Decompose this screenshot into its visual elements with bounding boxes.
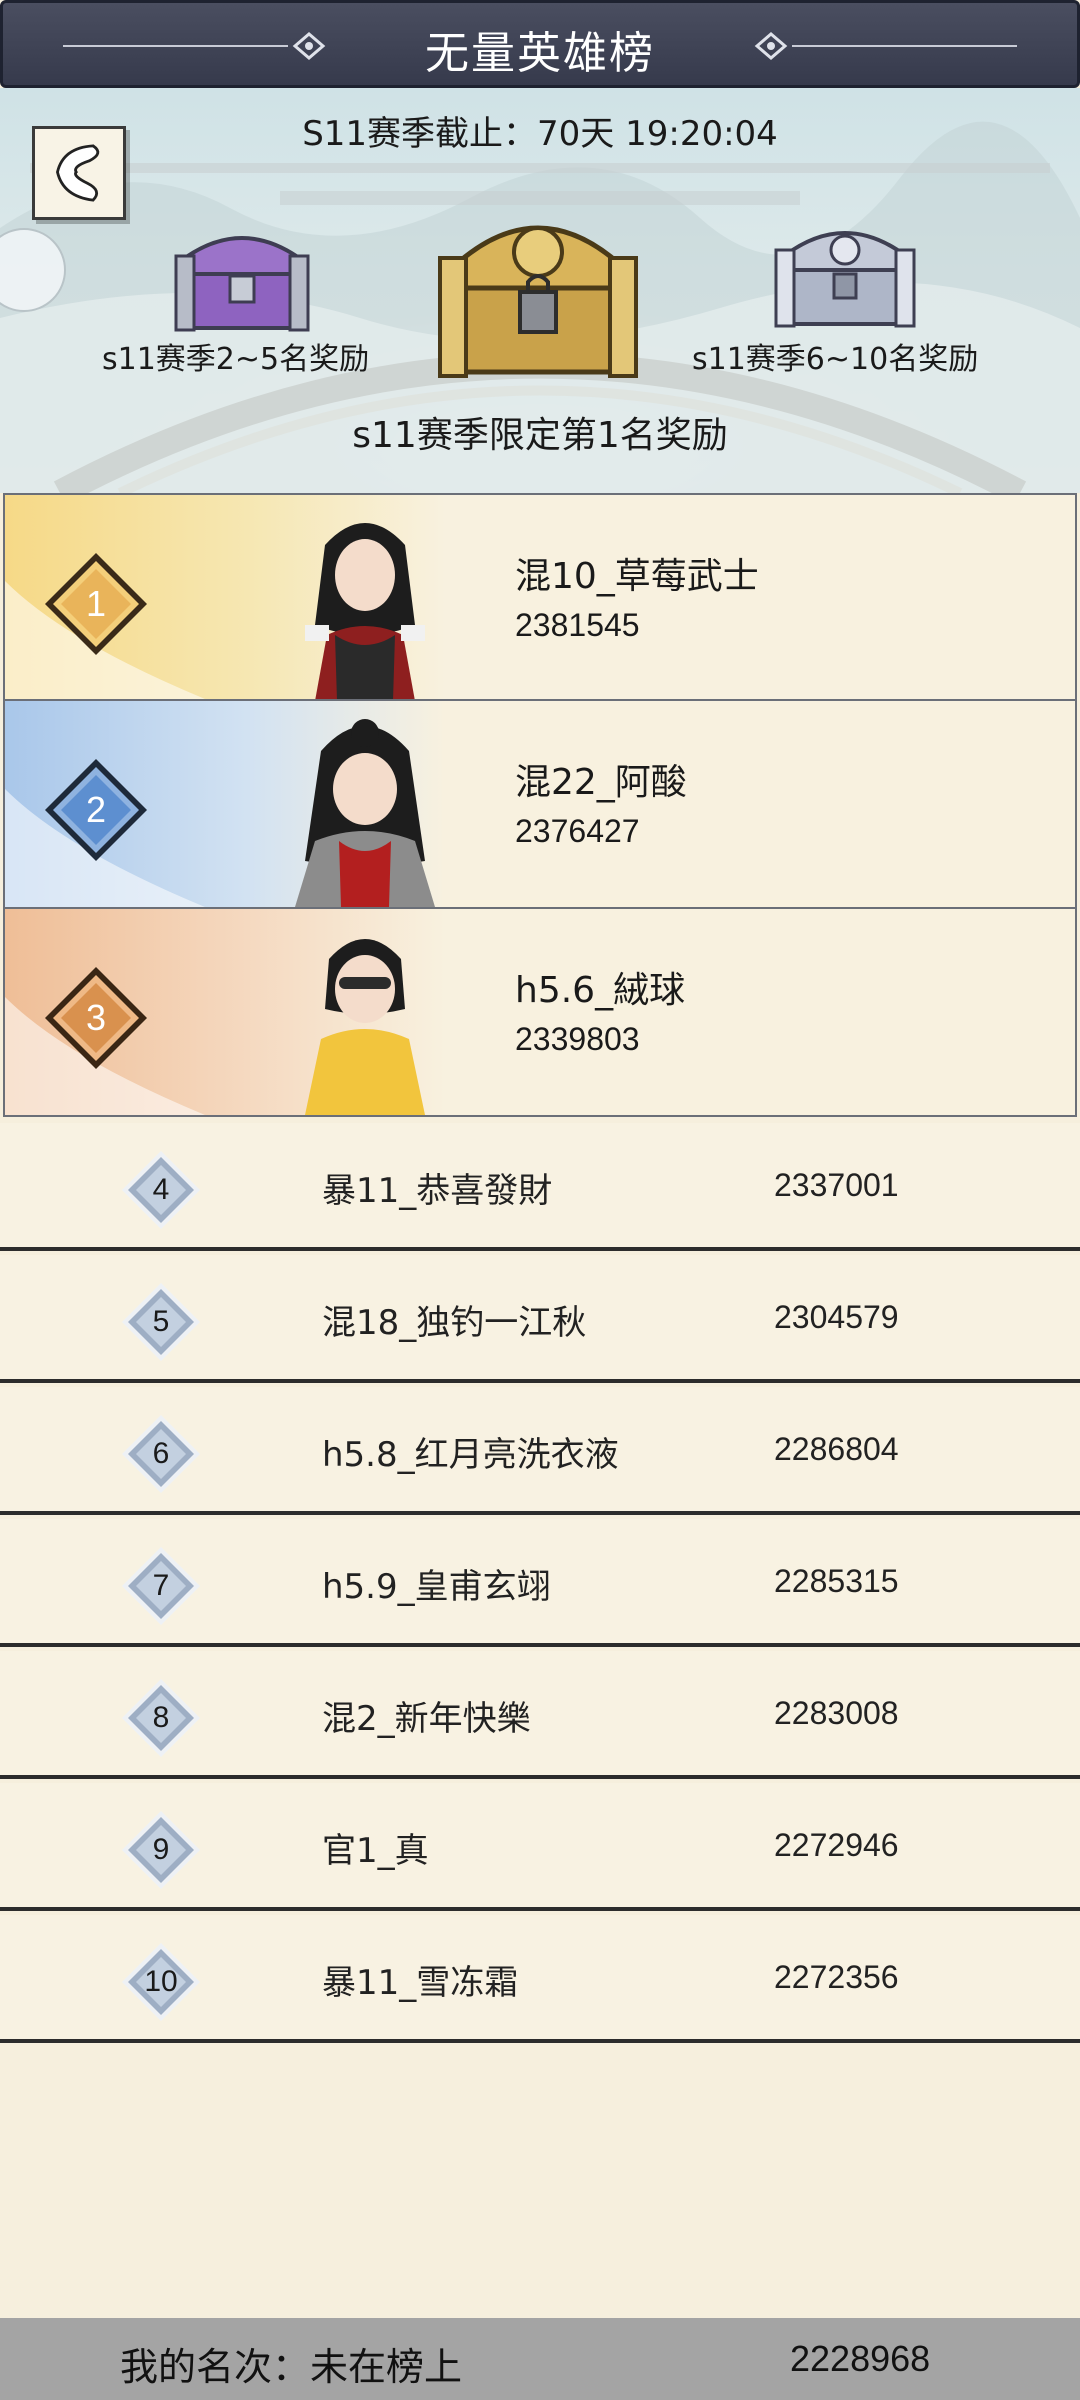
rank-number: 5 xyxy=(152,1305,170,1338)
rank-number: 10 xyxy=(144,1965,178,1998)
player-name: h5.8_红月亮洗衣液 xyxy=(322,1435,619,1475)
rank-number: 8 xyxy=(152,1701,170,1734)
player-score: 2285315 xyxy=(774,1563,899,1599)
rank-badge-icon: 7 xyxy=(120,1545,202,1627)
reward-label-rank6-10: s11赛季6~10名奖励 xyxy=(692,342,979,377)
silver-chest-icon[interactable] xyxy=(770,210,920,330)
player-score: 2381545 xyxy=(515,607,640,643)
ranking-row[interactable]: 8 混2_新年快樂 2283008 xyxy=(0,1651,1080,1779)
player-avatar xyxy=(305,939,425,1115)
rank-badge-icon: 10 xyxy=(120,1941,202,2023)
player-score: 2376427 xyxy=(515,813,640,849)
rank-badge-icon: 9 xyxy=(120,1809,202,1891)
ranking-row[interactable]: 7 h5.9_皇甫玄翊 2285315 xyxy=(0,1519,1080,1647)
gold-chest-icon[interactable] xyxy=(432,192,644,378)
rank-number: 6 xyxy=(152,1437,170,1470)
rank-number: 1 xyxy=(85,583,107,624)
player-score: 2339803 xyxy=(515,1021,640,1057)
player-score: 2304579 xyxy=(774,1299,899,1335)
player-name: h5.9_皇甫玄翊 xyxy=(322,1567,551,1607)
reward-label-rank2-5: s11赛季2~5名奖励 xyxy=(102,342,370,377)
player-avatar xyxy=(305,523,425,699)
back-arrow-icon xyxy=(56,144,100,202)
season-countdown: S11赛季截止：70天 19:20:04 xyxy=(302,114,778,154)
top-row-1[interactable]: 1 混10_草莓武士 2381545 xyxy=(3,493,1077,701)
player-name: 官1_真 xyxy=(322,1831,429,1871)
rank-number: 4 xyxy=(152,1173,170,1206)
reward-scene: S11赛季截止：70天 19:20:04 s11赛季2~5名奖励 s11赛季6~… xyxy=(0,88,1080,493)
top-row-3[interactable]: 3 h5.6_絨球 2339803 xyxy=(3,909,1077,1117)
rank-badge-gold-icon: 1 xyxy=(41,549,151,659)
ranking-row[interactable]: 5 混18_独钓一江秋 2304579 xyxy=(0,1255,1080,1383)
rank-badge-blue-icon: 2 xyxy=(41,755,151,865)
player-name: 混22_阿酸 xyxy=(515,762,687,803)
reward-label-rank1: s11赛季限定第1名奖励 xyxy=(352,415,728,456)
rank-badge-icon: 5 xyxy=(120,1281,202,1363)
rank-number: 9 xyxy=(152,1833,170,1866)
my-rank-label: 我的名次：未在榜上 xyxy=(120,2345,463,2389)
player-name: 暴11_雪冻霜 xyxy=(322,1963,519,2003)
ranking-row[interactable]: 9 官1_真 2272946 xyxy=(0,1783,1080,1911)
player-name: 混18_独钓一江秋 xyxy=(322,1303,587,1343)
player-name: 暴11_恭喜發財 xyxy=(322,1171,553,1211)
player-avatar xyxy=(295,719,435,907)
my-rank-bar: 我的名次：未在榜上 2228968 xyxy=(0,2318,1080,2400)
player-name: 混10_草莓武士 xyxy=(515,556,759,597)
ranking-list: 4 暴11_恭喜發財 2337001 5 混18_独钓一江秋 2304579 6… xyxy=(0,1123,1080,2047)
rank-badge-icon: 4 xyxy=(120,1149,202,1231)
ranking-row[interactable]: 10 暴11_雪冻霜 2272356 xyxy=(0,1915,1080,2043)
my-rank-score: 2228968 xyxy=(790,2338,931,2379)
player-name: 混2_新年快樂 xyxy=(322,1699,531,1739)
player-score: 2286804 xyxy=(774,1431,899,1467)
rank-badge-bronze-icon: 3 xyxy=(41,963,151,1073)
rank-number: 3 xyxy=(85,997,107,1038)
rank-badge-icon: 8 xyxy=(120,1677,202,1759)
player-score: 2272356 xyxy=(774,1959,899,1995)
ranking-row[interactable]: 4 暴11_恭喜發財 2337001 xyxy=(0,1123,1080,1251)
player-score: 2337001 xyxy=(774,1167,899,1203)
title-ornament-right-icon xyxy=(754,32,1017,60)
top3-list: 1 混10_草莓武士 2381545 2 混22_阿酸 2376427 3 h5… xyxy=(0,493,1080,1117)
purple-chest-icon[interactable] xyxy=(168,216,316,334)
player-score: 2272946 xyxy=(774,1827,899,1863)
top-row-2[interactable]: 2 混22_阿酸 2376427 xyxy=(3,701,1077,909)
rank-badge-icon: 6 xyxy=(120,1413,202,1495)
player-score: 2283008 xyxy=(774,1695,899,1731)
ranking-row[interactable]: 6 h5.8_红月亮洗衣液 2286804 xyxy=(0,1387,1080,1515)
title-bar: 无量英雄榜 xyxy=(0,0,1080,88)
rank-number: 7 xyxy=(152,1569,170,1602)
rank-number: 2 xyxy=(85,789,107,830)
player-name: h5.6_絨球 xyxy=(515,970,686,1011)
back-button[interactable] xyxy=(32,126,126,220)
